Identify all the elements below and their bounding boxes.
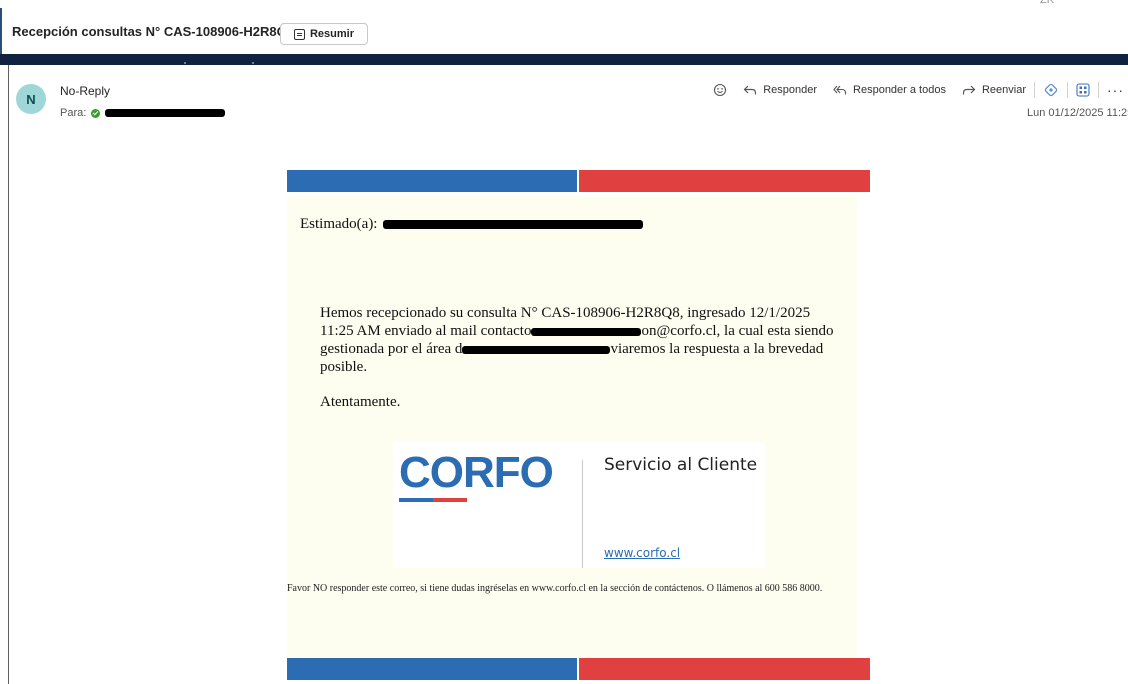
avatar[interactable]: N	[16, 84, 46, 114]
stripe-blue	[287, 658, 577, 680]
signature-card: CORFO Servicio al Cliente www.corfo.cl	[393, 442, 765, 568]
to-label: Para:	[60, 107, 87, 119]
bottom-brand-stripe	[287, 658, 870, 680]
window-title-fragment: ZK	[1040, 0, 1055, 6]
summary-icon	[293, 28, 305, 40]
corfo-logo: CORFO	[399, 448, 554, 497]
greeting-label: Estimado(a):	[300, 216, 378, 232]
stripe-blue	[287, 170, 577, 192]
reply-label: Responder	[763, 84, 818, 96]
forward-arrow-icon	[962, 85, 976, 95]
presence-available-icon	[91, 108, 101, 118]
greeting: Estimado(a):	[300, 216, 644, 233]
redacted-recipient[interactable]	[105, 109, 226, 117]
logo-bar-blue	[399, 498, 433, 502]
top-strip: ZK	[0, 0, 1128, 8]
signature-title: Servicio al Cliente	[604, 455, 758, 475]
redacted-area	[462, 345, 611, 354]
redacted-email	[531, 327, 642, 336]
email-body: Estimado(a): Hemos recepcionado su consu…	[287, 170, 870, 684]
summarize-button[interactable]: Resumir	[280, 23, 368, 45]
message-body: Hemos recepcionado su consulta N° CAS-10…	[320, 304, 840, 376]
received-date: Lun 01/12/2025 11:25	[1027, 107, 1128, 119]
email-subject: Recepción consultas N° CAS-108906-H2R8Q8	[12, 24, 294, 39]
forward-label: Reenviar	[981, 84, 1026, 96]
emoji-reaction-button[interactable]	[713, 83, 727, 97]
logo-bar-red	[433, 498, 467, 502]
apps-button[interactable]	[1076, 83, 1090, 97]
reply-all-label: Responder a todos	[853, 84, 946, 96]
subject-bar: Recepción consultas N° CAS-108906-H2R8Q8…	[0, 8, 1128, 54]
toolbar-divider	[1067, 82, 1068, 98]
footer-note: Favor NO responder este correo, si tiene…	[287, 583, 823, 594]
summarize-label: Resumir	[309, 28, 355, 40]
sender-name[interactable]: No-Reply	[60, 84, 110, 98]
more-options-button[interactable]: ···	[1107, 82, 1124, 98]
stripe-red	[579, 658, 870, 680]
reply-arrow-icon	[743, 85, 757, 95]
pane-left-border	[8, 65, 9, 684]
reply-all-arrow-icon	[833, 85, 847, 95]
band-mark	[184, 62, 186, 64]
band-mark	[252, 62, 254, 64]
smiley-icon	[714, 83, 727, 97]
recipient-line: Para:	[60, 107, 226, 119]
signature-divider	[582, 460, 583, 568]
apps-grid-icon	[1076, 83, 1090, 97]
closing: Atentamente.	[320, 394, 401, 410]
forward-button[interactable]: Reenviar	[962, 84, 1026, 96]
loop-button[interactable]	[1043, 82, 1059, 98]
top-brand-stripe	[287, 170, 870, 192]
website-link[interactable]: www.corfo.cl	[604, 546, 680, 560]
toolbar-divider	[1034, 82, 1035, 98]
loop-icon	[1044, 83, 1058, 97]
header-dark-band	[0, 54, 1128, 65]
reply-all-button[interactable]: Responder a todos	[833, 84, 946, 96]
stripe-red	[579, 170, 870, 192]
redacted-name	[383, 220, 644, 230]
reply-button[interactable]: Responder	[743, 84, 817, 96]
toolbar-divider	[1098, 82, 1099, 98]
message-actions-toolbar: Responder Responder a todos Reenviar ···	[705, 80, 1128, 100]
message-panel: Estimado(a): Hemos recepcionado su consu…	[287, 196, 857, 658]
